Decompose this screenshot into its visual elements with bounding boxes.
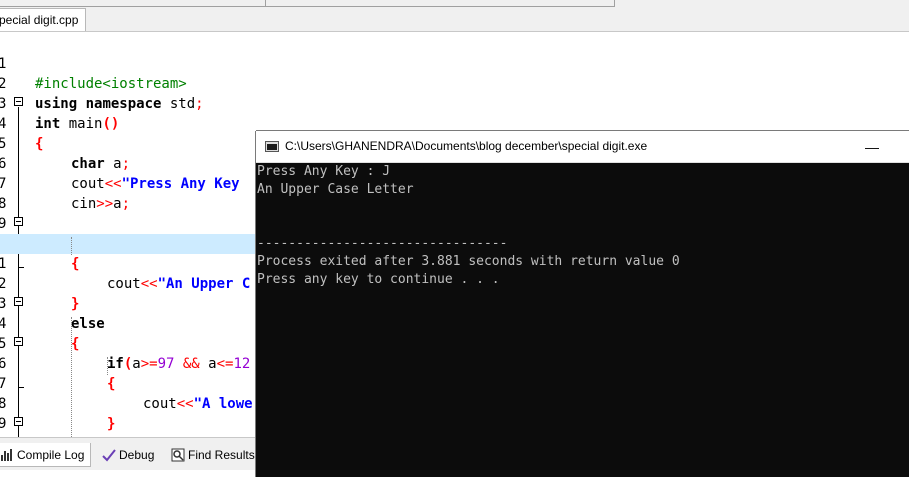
tab-debug[interactable]: Debug [99,443,161,467]
console-line: An Upper Case Letter [257,182,414,197]
console-window[interactable]: C:\Users\GHANENDRA\Documents\blog decemb… [256,131,909,477]
checkmark-icon [102,449,116,462]
console-title-bar[interactable]: C:\Users\GHANENDRA\Documents\blog decemb… [256,131,909,163]
code-line-1: 1 #include<iostream> [0,34,909,92]
code-line-4: 4 { [0,94,909,152]
console-output: Press Any Key : J An Upper Case Letter -… [256,163,909,477]
tab-special-digit-cpp[interactable]: pecial digit.cpp [0,8,86,31]
top-toolbar-edge [0,0,909,7]
minimize-button[interactable]: — [852,139,892,155]
tab-label: Compile Log [17,448,85,462]
bar-chart-icon [1,449,12,461]
indent-guide [107,357,108,375]
code-line-3: 3 int main() [0,74,909,132]
file-tab-bar: pecial digit.cpp [0,7,909,32]
console-line: Press any key to continue . . . [257,272,500,287]
magnifier-icon [171,448,185,462]
console-app-icon [265,141,279,152]
console-line: Process exited after 3.881 seconds with … [257,254,680,269]
indent-guide [71,237,72,255]
indent-guide [71,317,72,437]
tab-label: Debug [119,448,155,462]
tab-compile-log[interactable]: Compile Log [0,443,91,467]
tab-label: Find Results [188,448,255,462]
tab-find-results[interactable]: Find Results [168,443,258,467]
console-title: C:\Users\GHANENDRA\Documents\blog decemb… [285,139,648,153]
console-separator-line: -------------------------------- [257,236,508,251]
code-line-2: 2 using namespace std; [0,54,909,112]
console-line: Press Any Key : J [257,164,391,179]
